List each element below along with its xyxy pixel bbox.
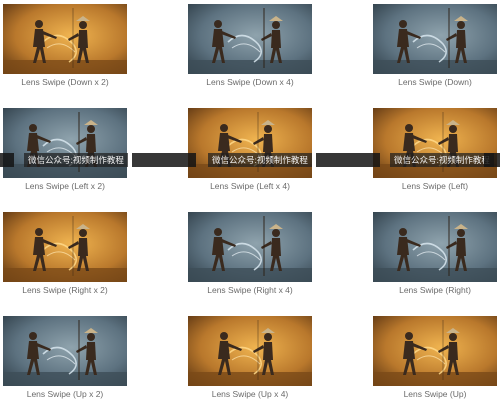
preset-thumbnail[interactable] [373,108,497,178]
preset-thumbnail[interactable] [3,108,127,178]
preset-tile[interactable]: Lens Swipe (Down x 2) [3,4,127,87]
thumbnail-image [188,212,312,282]
thumbnail-image [373,316,497,386]
thumbnail-image [188,316,312,386]
preset-tile[interactable]: Lens Swipe (Down) [373,4,497,87]
preset-thumbnail[interactable] [188,212,312,282]
preset-thumbnail[interactable] [373,316,497,386]
preset-thumbnail[interactable] [188,4,312,74]
thumbnail-image [373,4,497,74]
preset-thumbnail[interactable] [373,212,497,282]
preset-thumbnail[interactable] [373,4,497,74]
preset-tile[interactable]: Lens Swipe (Left) [373,108,497,191]
preset-label: Lens Swipe (Right x 4) [207,285,293,295]
preset-label: Lens Swipe (Down x 4) [206,77,294,87]
thumbnail-image [373,212,497,282]
preset-label: Lens Swipe (Up x 2) [26,389,104,399]
thumbnail-image [373,108,497,178]
preset-label: Lens Swipe (Down x 2) [21,77,109,87]
thumbnail-image [3,212,127,282]
preset-label: Lens Swipe (Left) [401,181,469,191]
thumbnail-image [188,108,312,178]
thumbnail-image [3,4,127,74]
thumbnail-image [188,4,312,74]
preset-tile[interactable]: Lens Swipe (Up x 2) [3,316,127,399]
preset-tile[interactable]: Lens Swipe (Right) [373,212,497,295]
thumbnail-image [3,108,127,178]
preset-label: Lens Swipe (Right x 2) [22,285,108,295]
thumbnail-image [3,316,127,386]
preset-thumbnail[interactable] [188,108,312,178]
preset-label: Lens Swipe (Up) [403,389,467,399]
preset-tile[interactable]: Lens Swipe (Right x 2) [3,212,127,295]
transition-preset-grid: Lens Swipe (Down x 2) Lens Swipe (Down x… [0,0,500,405]
preset-thumbnail[interactable] [3,4,127,74]
preset-tile[interactable]: Lens Swipe (Left x 4) [188,108,312,191]
preset-label: Lens Swipe (Right) [399,285,471,295]
preset-thumbnail[interactable] [188,316,312,386]
preset-thumbnail[interactable] [3,316,127,386]
preset-label: Lens Swipe (Left x 4) [210,181,290,191]
preset-tile[interactable]: Lens Swipe (Up) [373,316,497,399]
preset-tile[interactable]: Lens Swipe (Down x 4) [188,4,312,87]
preset-label: Lens Swipe (Left x 2) [25,181,105,191]
preset-tile[interactable]: Lens Swipe (Right x 4) [188,212,312,295]
preset-tile[interactable]: Lens Swipe (Up x 4) [188,316,312,399]
preset-label: Lens Swipe (Up x 4) [211,389,289,399]
preset-thumbnail[interactable] [3,212,127,282]
preset-label: Lens Swipe (Down) [398,77,472,87]
preset-tile[interactable]: Lens Swipe (Left x 2) [3,108,127,191]
